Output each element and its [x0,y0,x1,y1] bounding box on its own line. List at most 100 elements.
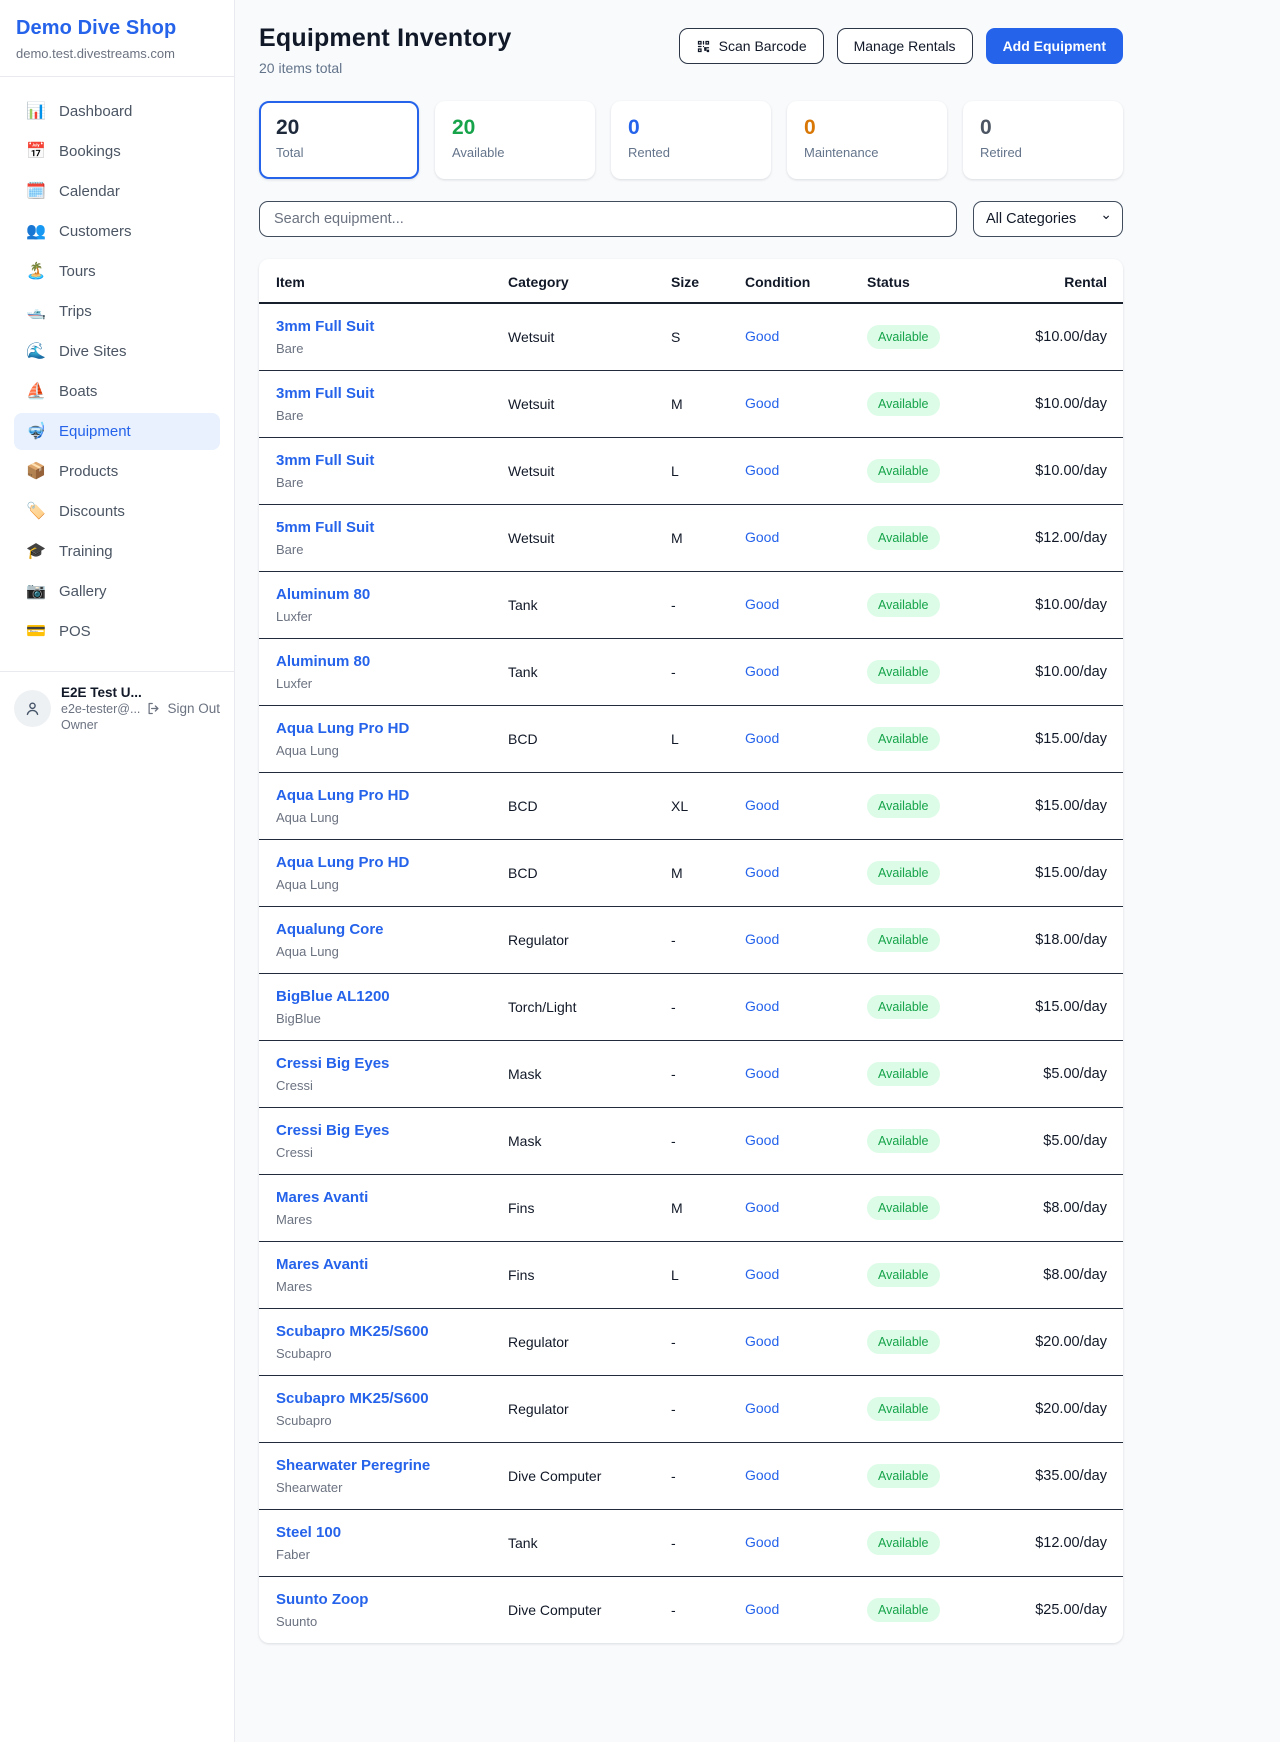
item-size: L [671,706,745,773]
equipment-icon: 🤿 [26,424,46,440]
sidebar-item-label: Equipment [59,423,131,440]
calendar-icon: 🗓️ [26,184,46,200]
equipment-table: Item Category Size Condition Status Rent… [259,259,1123,1643]
page-header: Equipment Inventory 20 items total Scan … [259,24,1123,76]
item-name-link[interactable]: 3mm Full Suit [276,318,508,335]
condition-link[interactable]: Good [745,596,779,612]
sidebar-item-customers[interactable]: 👥 Customers [14,213,220,250]
sidebar-item-dive-sites[interactable]: 🌊 Dive Sites [14,333,220,370]
item-name-link[interactable]: Mares Avanti [276,1256,508,1273]
condition-link[interactable]: Good [745,730,779,746]
item-name-link[interactable]: BigBlue AL1200 [276,988,508,1005]
user-email: e2e-tester@... [61,702,136,716]
item-name-link[interactable]: Mares Avanti [276,1189,508,1206]
item-size: - [671,639,745,706]
condition-link[interactable]: Good [745,864,779,880]
item-name-link[interactable]: Aluminum 80 [276,586,508,603]
equipment-table-card: Item Category Size Condition Status Rent… [259,259,1123,1643]
sidebar-item-pos[interactable]: 💳 POS [14,613,220,650]
discounts-icon: 🏷️ [26,504,46,520]
sidebar-item-gallery[interactable]: 📷 Gallery [14,573,220,610]
table-row: Scubapro MK25/S600 Scubapro Regulator - … [259,1376,1123,1443]
sidebar-item-training[interactable]: 🎓 Training [14,533,220,570]
sidebar-item-products[interactable]: 📦 Products [14,453,220,490]
item-name-link[interactable]: 3mm Full Suit [276,452,508,469]
item-rental-rate: $5.00/day [998,1108,1123,1175]
sidebar-item-tours[interactable]: 🏝️ Tours [14,253,220,290]
sidebar-item-label: POS [59,623,91,640]
item-name-link[interactable]: Steel 100 [276,1524,508,1541]
condition-link[interactable]: Good [745,1199,779,1215]
condition-link[interactable]: Good [745,1467,779,1483]
category-select-wrap: All Categories [973,201,1123,237]
condition-link[interactable]: Good [745,663,779,679]
condition-link[interactable]: Good [745,797,779,813]
item-name-link[interactable]: Aqua Lung Pro HD [276,787,508,804]
sidebar-item-label: Dive Sites [59,343,127,360]
search-input[interactable] [259,201,957,237]
category-select[interactable]: All Categories [973,201,1123,237]
sidebar-item-calendar[interactable]: 🗓️ Calendar [14,173,220,210]
condition-link[interactable]: Good [745,1266,779,1282]
item-size: - [671,907,745,974]
stat-card-{key}[interactable]: 0 Retired [963,101,1123,179]
item-name-link[interactable]: Aqua Lung Pro HD [276,720,508,737]
condition-link[interactable]: Good [745,1534,779,1550]
item-brand: Aqua Lung [276,743,508,758]
item-name-link[interactable]: Cressi Big Eyes [276,1122,508,1139]
item-category: Mask [508,1108,671,1175]
sidebar-item-equipment[interactable]: 🤿 Equipment [14,413,220,450]
item-name-link[interactable]: 3mm Full Suit [276,385,508,402]
table-row: Aqua Lung Pro HD Aqua Lung BCD L Good Av… [259,706,1123,773]
sidebar-item-boats[interactable]: ⛵ Boats [14,373,220,410]
item-brand: Bare [276,542,508,557]
stat-card-{key}[interactable]: 20 Total [259,101,419,179]
condition-link[interactable]: Good [745,1400,779,1416]
add-equipment-button[interactable]: Add Equipment [986,28,1123,64]
item-name-link[interactable]: Aqua Lung Pro HD [276,854,508,871]
item-brand: Aqua Lung [276,944,508,959]
scan-barcode-button[interactable]: Scan Barcode [679,28,824,64]
condition-link[interactable]: Good [745,529,779,545]
sidebar-item-discounts[interactable]: 🏷️ Discounts [14,493,220,530]
condition-link[interactable]: Good [745,1132,779,1148]
item-name-link[interactable]: Aqualung Core [276,921,508,938]
condition-link[interactable]: Good [745,1601,779,1617]
item-size: L [671,1242,745,1309]
condition-link[interactable]: Good [745,1333,779,1349]
barcode-scan-icon [696,39,711,54]
item-name-link[interactable]: 5mm Full Suit [276,519,508,536]
status-badge: Available [867,1598,940,1622]
stat-card-{key}[interactable]: 0 Rented [611,101,771,179]
condition-link[interactable]: Good [745,998,779,1014]
table-row: Aqua Lung Pro HD Aqua Lung BCD M Good Av… [259,840,1123,907]
item-size: - [671,1309,745,1376]
sidebar-item-dashboard[interactable]: 📊 Dashboard [14,93,220,130]
item-name-link[interactable]: Scubapro MK25/S600 [276,1323,508,1340]
brand-name[interactable]: Demo Dive Shop [16,17,218,40]
bookings-icon: 📅 [26,144,46,160]
item-name-link[interactable]: Shearwater Peregrine [276,1457,508,1474]
sidebar-item-label: Training [59,543,113,560]
stat-value: 0 [804,116,930,140]
condition-link[interactable]: Good [745,462,779,478]
condition-link[interactable]: Good [745,931,779,947]
stat-card-{key}[interactable]: 0 Maintenance [787,101,947,179]
manage-rentals-button[interactable]: Manage Rentals [837,28,973,64]
item-name-link[interactable]: Suunto Zoop [276,1591,508,1608]
item-rental-rate: $8.00/day [998,1242,1123,1309]
condition-link[interactable]: Good [745,1065,779,1081]
item-rental-rate: $8.00/day [998,1175,1123,1242]
add-equipment-label: Add Equipment [1003,38,1106,54]
stat-card-{key}[interactable]: 20 Available [435,101,595,179]
item-name-link[interactable]: Aluminum 80 [276,653,508,670]
condition-link[interactable]: Good [745,395,779,411]
sidebar-item-bookings[interactable]: 📅 Bookings [14,133,220,170]
status-badge: Available [867,861,940,885]
sidebar-item-trips[interactable]: 🛥️ Trips [14,293,220,330]
condition-link[interactable]: Good [745,328,779,344]
item-brand: Aqua Lung [276,877,508,892]
sign-out-button[interactable]: Sign Out [146,701,220,716]
item-name-link[interactable]: Cressi Big Eyes [276,1055,508,1072]
item-name-link[interactable]: Scubapro MK25/S600 [276,1390,508,1407]
